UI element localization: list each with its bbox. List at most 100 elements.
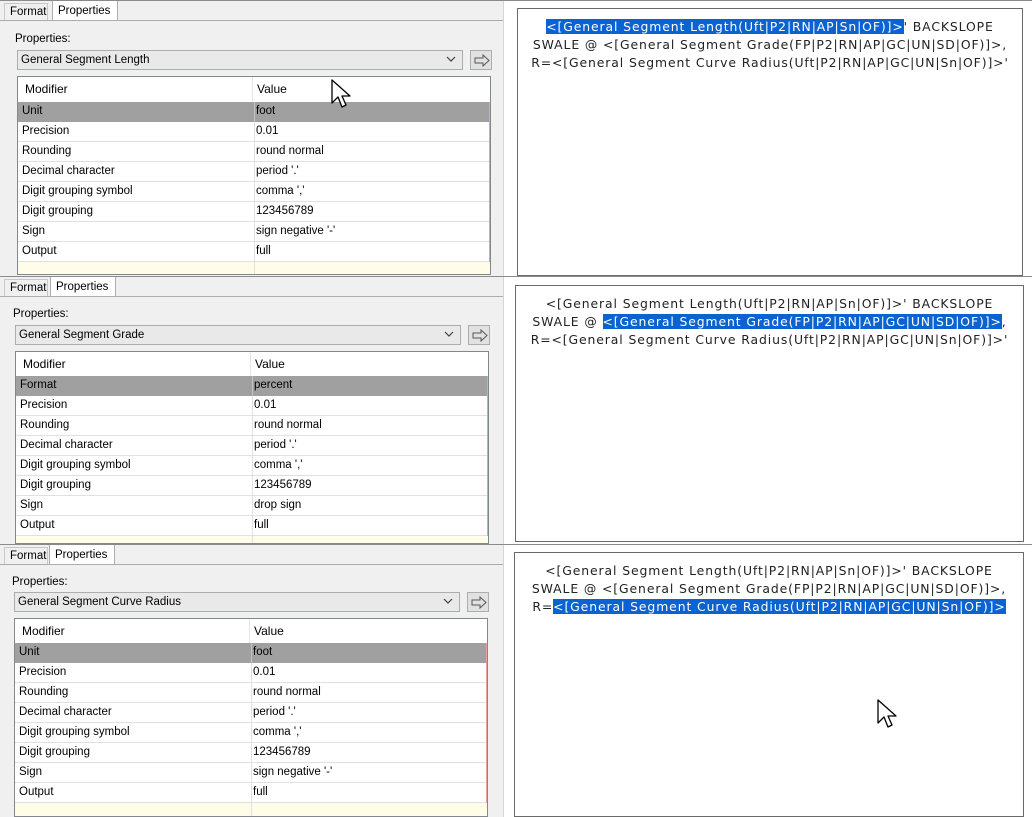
value-cell[interactable]: period '.' — [253, 703, 296, 722]
grid-row-decimal-character[interactable]: Decimal character period '.' — [15, 703, 487, 723]
value-cell[interactable]: foot — [253, 643, 272, 662]
preview-line-1: <[General Segment Length(Uft|P2|RN|AP|Sn… — [545, 563, 993, 578]
modifier-grid[interactable]: Modifier Value Format percent Precision 0.0… — [15, 351, 489, 544]
tab-properties[interactable]: Properties — [52, 0, 118, 21]
value-cell[interactable]: 123456789 — [253, 743, 311, 762]
value-cell[interactable]: 0.01 — [253, 663, 275, 682]
grid-row-unit[interactable]: Unit foot — [18, 102, 490, 122]
apply-arrow-button[interactable] — [468, 325, 490, 345]
value-column-header[interactable]: Value — [257, 82, 287, 96]
preview-line-1: <[General Segment Length(Uft|P2|RN|AP|Sn… — [546, 19, 994, 34]
text-preview[interactable]: <[General Segment Length(Uft|P2|RN|AP|Sn… — [515, 285, 1024, 542]
value-cell[interactable]: drop sign — [254, 496, 301, 515]
value-cell[interactable]: period '.' — [256, 162, 299, 181]
modifier-cell: Unit — [19, 646, 40, 658]
grid-row-output[interactable]: Output full — [18, 242, 490, 262]
panel-divider — [0, 544, 1032, 545]
modifier-cell: Rounding — [19, 686, 69, 698]
preview-line-3: R=<[General Segment Curve Radius(Uft|P2|… — [532, 599, 1006, 614]
grid-row-decimal-character[interactable]: Decimal character period '.' — [16, 436, 488, 456]
grid-row-unit[interactable]: Unit foot — [15, 643, 487, 663]
grid-row-format[interactable]: Format percent — [16, 376, 488, 396]
grid-row-decimal-character[interactable]: Decimal character period '.' — [18, 162, 490, 182]
preview-line-2: SWALE @ <[General Segment Grade(FP|P2|RN… — [532, 314, 1007, 329]
value-cell[interactable]: full — [253, 783, 268, 802]
modifier-cell: Digit grouping symbol — [19, 726, 130, 738]
chevron-down-icon — [443, 598, 453, 604]
value-cell[interactable]: foot — [256, 102, 275, 121]
grid-row-sign[interactable]: Sign drop sign — [16, 496, 488, 516]
modifier-grid[interactable]: Modifier Value Unit foot Precision 0.01 Roun… — [17, 76, 491, 275]
grid-row-digit-grouping[interactable]: Digit grouping 123456789 — [18, 202, 490, 222]
modifier-cell: Decimal character — [20, 439, 113, 451]
modifier-cell: Digit grouping symbol — [22, 185, 133, 197]
grid-row-rounding[interactable]: Rounding round normal — [16, 416, 488, 436]
grid-row-digit-grouping[interactable]: Digit grouping 123456789 — [15, 743, 487, 763]
grid-row-precision[interactable]: Precision 0.01 — [15, 663, 487, 683]
value-cell[interactable]: comma ',' — [253, 723, 301, 742]
preview-line-2: SWALE @ <[General Segment Grade(FP|P2|RN… — [532, 37, 1008, 52]
value-cell[interactable]: sign negative '-' — [253, 763, 332, 782]
value-cell[interactable]: 0.01 — [254, 396, 276, 415]
properties-combo[interactable]: General Segment Curve Radius — [14, 592, 460, 612]
grid-row-digit-grouping[interactable]: Digit grouping 123456789 — [16, 476, 488, 496]
grid-header: Modifier Value — [18, 77, 490, 101]
annotation-panel-1: Format Properties Properties: General Se… — [0, 0, 1032, 276]
value-cell[interactable]: sign negative '-' — [256, 222, 335, 241]
value-cell[interactable]: round normal — [256, 142, 324, 161]
value-cell[interactable]: 123456789 — [254, 476, 312, 495]
value-cell[interactable]: full — [256, 242, 271, 261]
properties-combo[interactable]: General Segment Grade — [15, 325, 461, 345]
arrow-right-icon — [471, 596, 487, 609]
apply-arrow-button[interactable] — [467, 592, 489, 612]
grid-new-row[interactable] — [16, 536, 488, 543]
text-preview[interactable]: <[General Segment Length(Uft|P2|RN|AP|Sn… — [514, 552, 1024, 817]
grid-row-output[interactable]: Output full — [15, 783, 487, 803]
properties-label: Properties: — [13, 308, 69, 320]
modifier-grid[interactable]: Modifier Value Unit foot Precision 0.01 Roun… — [14, 618, 488, 817]
grid-row-sign[interactable]: Sign sign negative '-' — [18, 222, 490, 242]
value-cell[interactable]: round normal — [253, 683, 321, 702]
value-cell[interactable]: 0.01 — [256, 122, 278, 141]
grid-new-row[interactable] — [18, 262, 490, 274]
tab-properties[interactable]: Properties — [49, 544, 115, 565]
grid-row-digit-grouping-symbol[interactable]: Digit grouping symbol comma ',' — [16, 456, 488, 476]
value-cell[interactable]: percent — [254, 376, 292, 395]
value-column-header[interactable]: Value — [255, 357, 285, 371]
grid-row-sign[interactable]: Sign sign negative '-' — [15, 763, 487, 783]
modifier-column-header[interactable]: Modifier — [23, 357, 66, 371]
tab-format[interactable]: Format — [4, 279, 48, 296]
modifier-column-header[interactable]: Modifier — [22, 624, 65, 638]
grid-row-output[interactable]: Output full — [16, 516, 488, 536]
properties-label: Properties: — [12, 576, 68, 588]
properties-combo[interactable]: General Segment Length — [17, 50, 463, 70]
tab-properties[interactable]: Properties — [50, 276, 116, 297]
combo-value: General Segment Grade — [19, 329, 145, 341]
value-cell[interactable]: comma ',' — [256, 182, 304, 201]
modifier-cell: Precision — [22, 125, 70, 137]
modifier-cell: Unit — [22, 105, 43, 117]
annotation-panel-3: Format Properties Properties: General Se… — [0, 544, 1032, 817]
text-preview[interactable]: <[General Segment Length(Uft|P2|RN|AP|Sn… — [517, 8, 1023, 276]
grid-row-digit-grouping-symbol[interactable]: Digit grouping symbol comma ',' — [18, 182, 490, 202]
grid-row-rounding[interactable]: Rounding round normal — [15, 683, 487, 703]
grid-row-precision[interactable]: Precision 0.01 — [18, 122, 490, 142]
apply-arrow-button[interactable] — [470, 50, 492, 70]
tab-format[interactable]: Format — [4, 3, 48, 20]
value-column-header[interactable]: Value — [254, 624, 284, 638]
modifier-cell: Rounding — [20, 419, 70, 431]
value-cell[interactable]: 123456789 — [256, 202, 314, 221]
value-cell[interactable]: full — [254, 516, 269, 535]
tab-format[interactable]: Format — [4, 547, 48, 564]
grid-row-rounding[interactable]: Rounding round normal — [18, 142, 490, 162]
grid-new-row[interactable] — [15, 803, 487, 816]
modifier-column-header[interactable]: Modifier — [25, 82, 68, 96]
value-cell[interactable]: round normal — [254, 416, 322, 435]
value-cell[interactable]: period '.' — [254, 436, 297, 455]
grid-row-precision[interactable]: Precision 0.01 — [16, 396, 488, 416]
grid-row-digit-grouping-symbol[interactable]: Digit grouping symbol comma ',' — [15, 723, 487, 743]
modifier-cell: Precision — [20, 399, 68, 411]
chevron-down-icon — [444, 331, 454, 337]
value-cell[interactable]: comma ',' — [254, 456, 302, 475]
grid-header: Modifier Value — [16, 352, 488, 376]
